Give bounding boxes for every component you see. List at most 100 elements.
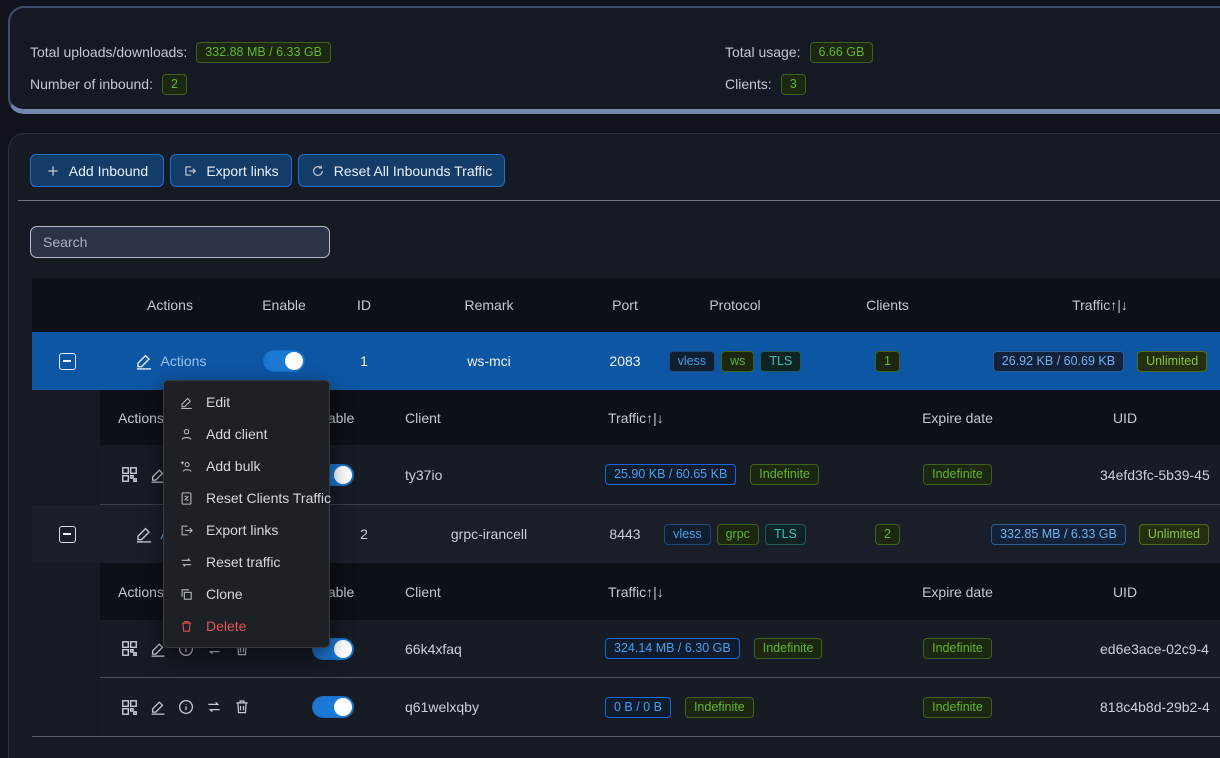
traffic-badge: 26.92 KB / 60.69 KB [993,351,1124,372]
cheader-uid: UID [1035,410,1215,426]
client-name: q61welxqby [375,699,560,715]
client-traffic-badge: 324.14 MB / 6.30 GB [605,638,740,659]
menu-item-reset-clients-traffic[interactable]: Reset Clients Traffic [164,482,329,514]
export-links-button[interactable]: Export links [170,154,292,187]
toolbar-divider [18,200,1220,201]
inbound-id: 2 [330,526,398,542]
stat-value-badge: 2 [162,74,187,95]
stat-clients: Clients: 3 [725,72,806,96]
traffic-limit-badge: Indefinite [750,464,819,485]
edit-underline-icon [134,351,154,371]
header-enable: Enable [238,297,330,313]
collapse-row-checkbox[interactable] [59,526,76,543]
protocol-tag: TLS [760,351,801,372]
menu-item-label: Reset Clients Traffic [206,490,331,506]
stat-label: Clients: [725,76,772,92]
reload-icon [311,164,325,178]
actions-dropdown-trigger[interactable]: Actions [134,351,207,371]
stat-total-uploads-downloads: Total uploads/downloads: 332.88 MB / 6.3… [30,40,331,64]
clients-count-badge: 1 [875,351,900,372]
menu-item-add-bulk[interactable]: Add bulk [164,450,329,482]
user-group-add-icon [179,459,194,474]
qr-code-icon[interactable] [120,465,139,484]
inbound-id: 1 [330,353,398,369]
inbound-table-header: Actions Enable ID Remark Port Protocol C… [32,278,1220,332]
reset-traffic-icon[interactable] [205,698,223,716]
stat-number-of-inbound: Number of inbound: 2 [30,72,187,96]
add-inbound-label: Add Inbound [69,163,148,179]
inbounds-page: Total uploads/downloads: 332.88 MB / 6.3… [0,0,1220,758]
actions-context-menu: Edit Add client Add bulk Reset Clients T… [163,380,330,648]
menu-item-reset-traffic[interactable]: Reset traffic [164,546,329,578]
inbound-remark: grpc-irancell [398,526,580,542]
client-uid: 34efd3fc-5b39-45 [1035,467,1215,483]
toggle-knob [334,698,352,716]
quota-badge: Unlimited [1139,524,1209,545]
menu-item-delete[interactable]: Delete [164,610,329,642]
delete-icon[interactable] [233,698,251,716]
stat-value-badge: 6.66 GB [810,42,874,63]
info-icon[interactable] [177,698,195,716]
client-traffic-badge: 25.90 KB / 60.65 KB [605,464,736,485]
header-actions: Actions [102,297,238,313]
minus-icon [63,533,71,535]
qr-code-icon[interactable] [120,639,139,658]
cheader-expire: Expire date [880,410,1035,426]
protocol-tag: ws [721,351,754,372]
client-name: ty37io [375,467,560,483]
clients-count-badge: 2 [875,524,900,545]
export-icon [183,164,197,178]
cheader-uid: UID [1035,584,1215,600]
menu-item-label: Reset traffic [206,554,280,570]
traffic-limit-badge: Indefinite [754,638,823,659]
header-protocol: Protocol [670,297,800,313]
menu-item-label: Export links [206,522,278,538]
edit-icon [179,395,194,410]
cheader-expire: Expire date [880,584,1035,600]
export-links-label: Export links [206,163,278,179]
header-traffic-sort[interactable]: Traffic↑|↓ [975,297,1220,313]
edit-icon[interactable] [149,698,167,716]
protocol-tag: vless [664,524,710,545]
menu-item-label: Add client [206,426,267,442]
protocol-tag: vless [669,351,715,372]
add-inbound-button[interactable]: Add Inbound [30,154,164,187]
cheader-client: Client [375,584,560,600]
menu-item-label: Delete [206,618,246,634]
menu-item-label: Add bulk [206,458,260,474]
stat-value-badge: 332.88 MB / 6.33 GB [196,42,331,63]
file-reset-icon [179,491,194,506]
swap-icon [179,555,194,570]
client-name: 66k4xfaq [375,641,560,657]
user-add-icon [179,427,194,442]
client-uid: 818c4b8d-29b2-4 [1035,699,1215,715]
menu-item-add-client[interactable]: Add client [164,418,329,450]
reset-all-inbounds-traffic-button[interactable]: Reset All Inbounds Traffic [298,154,505,187]
expire-badge: Indefinite [923,464,992,485]
search-input[interactable] [30,226,330,258]
inbound-remark: ws-mci [398,353,580,369]
cheader-traffic-sort[interactable]: Traffic↑|↓ [560,410,880,426]
actions-label: Actions [161,353,207,369]
expire-badge: Indefinite [923,697,992,718]
edit-underline-icon [134,524,154,544]
menu-item-label: Clone [206,586,243,602]
protocol-tag: grpc [717,524,759,545]
cheader-client: Client [375,410,560,426]
client-enable-toggle[interactable] [312,696,354,718]
inbound-port: 2083 [580,353,670,369]
menu-item-export-links[interactable]: Export links [164,514,329,546]
inbound-port: 8443 [580,526,670,542]
traffic-badge: 332.85 MB / 6.33 GB [991,524,1126,545]
menu-item-edit[interactable]: Edit [164,386,329,418]
collapse-row-checkbox[interactable] [59,353,76,370]
expire-badge: Indefinite [923,638,992,659]
enable-toggle[interactable] [263,350,305,372]
header-id: ID [330,297,398,313]
client-row: q61welxqby 0 B / 0 B Indefinite Indefini… [100,678,1220,736]
menu-item-clone[interactable]: Clone [164,578,329,610]
qr-code-icon[interactable] [120,698,139,717]
cheader-traffic-sort[interactable]: Traffic↑|↓ [560,584,880,600]
stat-label: Number of inbound: [30,76,153,92]
stat-total-usage: Total usage: 6.66 GB [725,40,873,64]
